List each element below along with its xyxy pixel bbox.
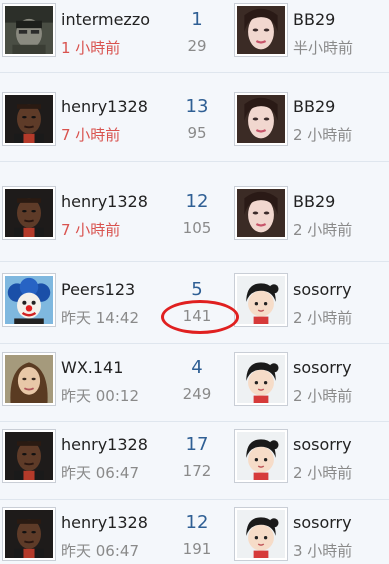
reply-count: 12 bbox=[185, 191, 209, 212]
last-post-time: 2 小時前 bbox=[293, 309, 353, 327]
last-post-time: 2 小時前 bbox=[293, 387, 353, 405]
reply-count: 1 bbox=[191, 9, 203, 30]
author-name[interactable]: henry1328 bbox=[61, 435, 148, 454]
last-poster-avatar[interactable] bbox=[235, 430, 287, 482]
author-name[interactable]: henry1328 bbox=[61, 97, 148, 116]
last-post-time: 2 小時前 bbox=[293, 221, 353, 239]
thread-row: henry1328 昨天 06:47 12 191 sosorry 3 小時前 bbox=[0, 500, 389, 564]
last-poster-name[interactable]: sosorry bbox=[293, 358, 352, 377]
reply-count: 12 bbox=[185, 512, 209, 533]
last-poster-avatar[interactable] bbox=[235, 93, 287, 145]
last-post-time: 半小時前 bbox=[293, 39, 354, 57]
avatar[interactable] bbox=[3, 4, 55, 56]
last-post-time: 2 小時前 bbox=[293, 126, 353, 144]
man-avatar-icon bbox=[5, 510, 53, 558]
view-count: 29 bbox=[187, 37, 207, 55]
last-poster-avatar[interactable] bbox=[235, 274, 287, 326]
thread-row: Peers123 昨天 14:42 5 141 sosorry 2 小時前 bbox=[0, 262, 389, 344]
reply-count: 5 bbox=[191, 279, 203, 300]
last-poster-avatar[interactable] bbox=[235, 187, 287, 239]
reply-count: 13 bbox=[185, 96, 209, 117]
avatar[interactable] bbox=[3, 187, 55, 239]
soldier-avatar-icon bbox=[5, 6, 53, 54]
author-name[interactable]: intermezzo bbox=[61, 10, 150, 29]
cartoon-girl-avatar-icon bbox=[237, 355, 285, 403]
clown-avatar-icon bbox=[5, 276, 53, 324]
post-time: 7 小時前 bbox=[61, 126, 121, 144]
thread-row: henry1328 7 小時前 13 95 BB29 2 小時前 bbox=[0, 73, 389, 162]
woman-avatar-icon bbox=[237, 6, 285, 54]
post-time: 1 小時前 bbox=[61, 39, 121, 57]
cartoon-girl-avatar-icon bbox=[237, 510, 285, 558]
last-poster-name[interactable]: BB29 bbox=[293, 10, 335, 29]
post-time: 昨天 06:47 bbox=[61, 542, 139, 560]
last-poster-name[interactable]: sosorry bbox=[293, 280, 352, 299]
last-poster-avatar[interactable] bbox=[235, 353, 287, 405]
last-poster-avatar[interactable] bbox=[235, 508, 287, 560]
reply-count: 17 bbox=[185, 434, 209, 455]
avatar[interactable] bbox=[3, 353, 55, 405]
post-time: 昨天 00:12 bbox=[61, 387, 139, 405]
avatar[interactable] bbox=[3, 93, 55, 145]
view-count: 105 bbox=[182, 219, 212, 237]
post-time: 昨天 14:42 bbox=[61, 309, 139, 327]
woman-avatar-icon bbox=[237, 189, 285, 237]
woman-avatar-icon bbox=[237, 95, 285, 143]
last-poster-name[interactable]: BB29 bbox=[293, 192, 335, 211]
thread-row: intermezzo 1 小時前 1 29 BB29 半小時前 bbox=[0, 0, 389, 73]
last-poster-avatar[interactable] bbox=[235, 4, 287, 56]
last-poster-name[interactable]: sosorry bbox=[293, 435, 352, 454]
view-count: 172 bbox=[182, 462, 212, 480]
thread-row: henry1328 7 小時前 12 105 BB29 2 小時前 bbox=[0, 162, 389, 262]
post-time: 昨天 06:47 bbox=[61, 464, 139, 482]
avatar[interactable] bbox=[3, 508, 55, 560]
author-name[interactable]: henry1328 bbox=[61, 192, 148, 211]
man-avatar-icon bbox=[5, 95, 53, 143]
thread-row: henry1328 昨天 06:47 17 172 sosorry 2 小時前 bbox=[0, 422, 389, 500]
last-poster-name[interactable]: sosorry bbox=[293, 513, 352, 532]
view-count: 95 bbox=[187, 124, 207, 142]
view-count: 249 bbox=[182, 385, 212, 403]
avatar[interactable] bbox=[3, 430, 55, 482]
last-post-time: 3 小時前 bbox=[293, 542, 353, 560]
woman-brown-hair-avatar-icon bbox=[5, 355, 53, 403]
reply-count: 4 bbox=[191, 357, 203, 378]
view-count: 191 bbox=[182, 540, 212, 558]
man-avatar-icon bbox=[5, 189, 53, 237]
view-count: 141 bbox=[182, 307, 212, 325]
cartoon-girl-avatar-icon bbox=[237, 276, 285, 324]
author-name[interactable]: Peers123 bbox=[61, 280, 135, 299]
avatar[interactable] bbox=[3, 274, 55, 326]
man-avatar-icon bbox=[5, 432, 53, 480]
cartoon-girl-avatar-icon bbox=[237, 432, 285, 480]
post-time: 7 小時前 bbox=[61, 221, 121, 239]
last-poster-name[interactable]: BB29 bbox=[293, 97, 335, 116]
thread-row: WX.141 昨天 00:12 4 249 sosorry 2 小時前 bbox=[0, 344, 389, 422]
author-name[interactable]: WX.141 bbox=[61, 358, 123, 377]
author-name[interactable]: henry1328 bbox=[61, 513, 148, 532]
last-post-time: 2 小時前 bbox=[293, 464, 353, 482]
